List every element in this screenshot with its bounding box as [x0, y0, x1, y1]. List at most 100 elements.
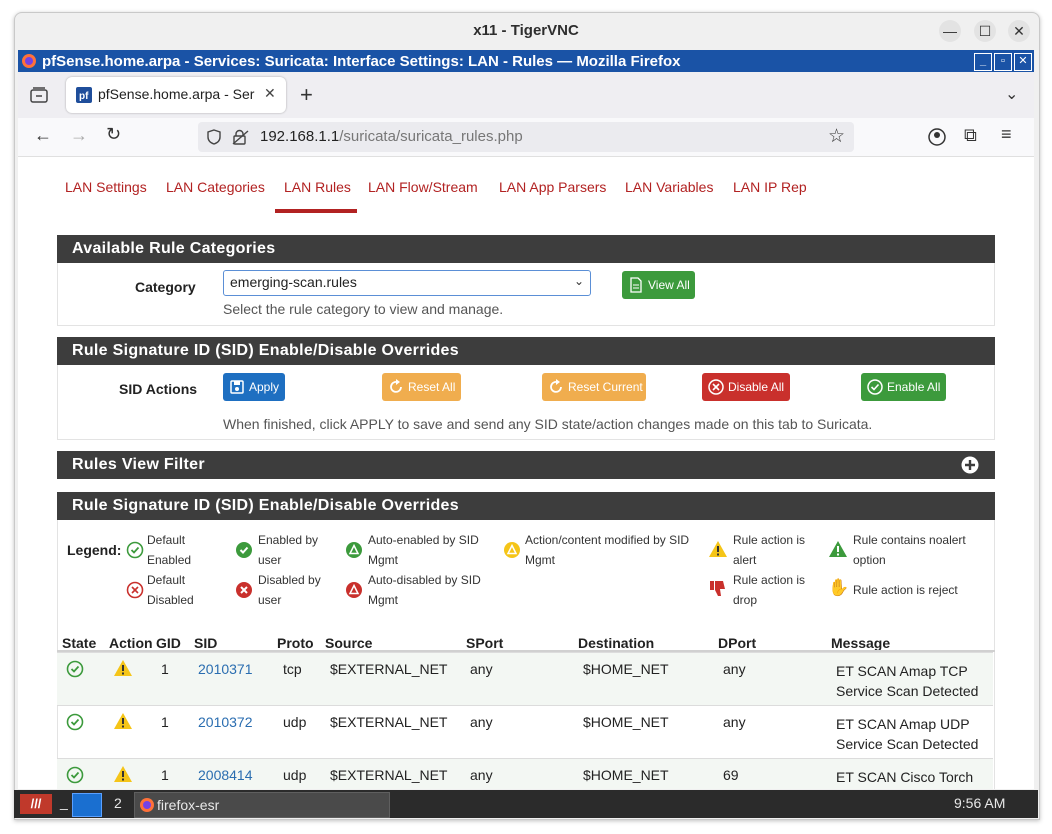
legend-action-modified: Action/content modified by SID Mgmt	[525, 533, 690, 567]
app-menu-icon[interactable]: ///	[20, 794, 52, 814]
default-enabled-icon[interactable]	[66, 766, 84, 784]
firefox-close-button[interactable]: ✕	[1014, 53, 1032, 71]
enable-all-button[interactable]: Enable All	[861, 373, 946, 401]
default-enabled-icon[interactable]	[66, 713, 84, 731]
tab-bar: pf pfSense.home.arpa - Ser ✕ + ⌄	[18, 72, 1034, 118]
apply-button[interactable]: Apply	[223, 373, 285, 401]
new-tab-button[interactable]: +	[300, 82, 313, 108]
navigation-bar: ← → ↻ 192.168.1.1/suricata/suricata_rule…	[18, 118, 1034, 157]
cell-message: ET SCAN Amap TCP Service Scan Detected	[836, 663, 979, 699]
legend-auto-disabled: Auto-disabled by SID Mgmt	[368, 573, 481, 607]
cell-sid-link[interactable]: 2008414	[198, 767, 253, 783]
tab-lan-flow-stream[interactable]: LAN Flow/Stream	[368, 179, 478, 195]
rules-panel-header: Rule Signature ID (SID) Enable/Disable O…	[57, 492, 995, 520]
cell-sport: any	[470, 661, 493, 677]
legend-action-alert: Rule action is alert	[733, 533, 806, 567]
col-action[interactable]: Action	[109, 635, 153, 651]
tab-overview-icon[interactable]	[30, 87, 48, 103]
cell-source: $EXTERNAL_NET	[330, 767, 448, 783]
reset-current-button[interactable]: Reset Current	[542, 373, 646, 401]
col-state[interactable]: State	[62, 635, 96, 651]
firefox-maximize-button[interactable]: ▫	[994, 53, 1012, 71]
col-source[interactable]: Source	[325, 635, 372, 651]
browser-tab-active[interactable]: pf pfSense.home.arpa - Ser ✕	[66, 77, 286, 113]
url-text[interactable]: 192.168.1.1/suricata/suricata_rules.php	[260, 128, 523, 145]
alert-warning-icon[interactable]	[113, 765, 133, 783]
firefox-minimize-button[interactable]: _	[974, 53, 992, 71]
alert-warning-icon[interactable]	[113, 659, 133, 677]
tab-lan-rules[interactable]: LAN Rules	[284, 179, 351, 195]
sid-panel-header: Rule Signature ID (SID) Enable/Disable O…	[57, 337, 995, 365]
forward-icon[interactable]: →	[70, 125, 88, 146]
filter-panel-header[interactable]: Rules View Filter	[57, 451, 995, 479]
workspace-1-button[interactable]	[72, 793, 102, 817]
panel-title: Rule Signature ID (SID) Enable/Disable O…	[72, 497, 459, 514]
action-modified-icon	[504, 542, 520, 558]
page-content: LAN Settings LAN Categories LAN Rules LA…	[18, 157, 1034, 789]
view-all-button[interactable]: View All	[622, 271, 695, 299]
list-tabs-icon[interactable]: ⌄	[1005, 84, 1018, 104]
sid-panel-body: SID Actions Apply Reset All Reset Curren…	[57, 365, 995, 440]
cell-gid: 1	[161, 714, 169, 730]
vnc-maximize-button[interactable]: ☐	[974, 20, 996, 42]
tab-lan-app-parsers[interactable]: LAN App Parsers	[499, 179, 606, 195]
category-select[interactable]: emerging-scan.rules ⌄	[223, 270, 591, 296]
category-select-value: emerging-scan.rules	[230, 274, 357, 290]
cell-sid-link[interactable]: 2010371	[198, 661, 253, 677]
taskbar-firefox-item[interactable]: firefox-esr	[134, 792, 390, 818]
svg-text:pf: pf	[79, 91, 89, 102]
disable-all-button[interactable]: Disable All	[702, 373, 790, 401]
taskbar-app-label: firefox-esr	[157, 797, 220, 813]
workspace-2-button[interactable]: 2	[114, 795, 122, 811]
check-circle-icon	[867, 379, 883, 395]
reset-all-button[interactable]: Reset All	[382, 373, 461, 401]
reload-icon[interactable]: ↻	[106, 124, 121, 145]
legend-enabled-by-user: Enabled by user	[258, 533, 319, 567]
view-all-label: View All	[648, 278, 690, 292]
default-enabled-icon[interactable]	[66, 660, 84, 678]
legend-action-drop: Rule action is drop	[733, 573, 806, 607]
shield-icon[interactable]	[206, 129, 222, 145]
minimize-windows-button[interactable]: _	[60, 794, 68, 810]
sid-actions-label: SID Actions	[119, 381, 198, 397]
tab-lan-ip-rep[interactable]: LAN IP Rep	[733, 179, 807, 195]
vnc-minimize-button[interactable]: —	[939, 20, 961, 42]
col-destination[interactable]: Destination	[578, 635, 654, 651]
cell-sid-link[interactable]: 2010372	[198, 714, 253, 730]
insecure-lock-icon[interactable]	[232, 129, 250, 145]
default-enabled-icon	[126, 541, 144, 559]
panel-title: Available Rule Categories	[72, 240, 276, 257]
plus-circle-icon[interactable]	[961, 456, 979, 474]
col-gid[interactable]: GID	[156, 635, 181, 651]
panel-title: Rules View Filter	[72, 456, 205, 473]
alert-warning-icon[interactable]	[113, 712, 133, 730]
tab-lan-categories[interactable]: LAN Categories	[166, 179, 265, 195]
noalert-warning-icon	[829, 541, 847, 557]
apply-label: Apply	[249, 380, 280, 394]
bookmark-star-icon[interactable]: ☆	[828, 125, 845, 148]
col-proto[interactable]: Proto	[277, 635, 314, 651]
tab-lan-variables[interactable]: LAN Variables	[625, 179, 713, 195]
tab-lan-settings[interactable]: LAN Settings	[65, 179, 147, 195]
url-bar[interactable]: 192.168.1.1/suricata/suricata_rules.php …	[198, 122, 854, 152]
vnc-titlebar: x11 - TigerVNC — ☐ ✕	[14, 12, 1038, 50]
tab-close-icon[interactable]: ✕	[264, 85, 276, 102]
disable-all-label: Disable All	[728, 380, 785, 394]
col-sport[interactable]: SPort	[466, 635, 503, 651]
extensions-icon[interactable]: ⧉	[964, 125, 977, 146]
cell-message: ET SCAN Amap UDP Service Scan Detected	[836, 716, 979, 752]
categories-panel-header: Available Rule Categories	[57, 235, 995, 263]
window-title: pfSense.home.arpa - Services: Suricata: …	[42, 53, 681, 70]
col-message[interactable]: Message	[831, 635, 890, 651]
chevron-down-icon: ⌄	[574, 274, 585, 288]
vnc-close-button[interactable]: ✕	[1008, 20, 1030, 42]
url-path: /suricata/suricata_rules.php	[339, 128, 523, 145]
cell-source: $EXTERNAL_NET	[330, 714, 448, 730]
account-icon[interactable]	[928, 128, 946, 146]
col-dport[interactable]: DPort	[718, 635, 756, 651]
back-icon[interactable]: ←	[34, 125, 52, 146]
col-sid[interactable]: SID	[194, 635, 217, 651]
save-icon	[230, 380, 244, 394]
menu-icon[interactable]: ≡	[1001, 124, 1012, 145]
cell-sport: any	[470, 714, 493, 730]
